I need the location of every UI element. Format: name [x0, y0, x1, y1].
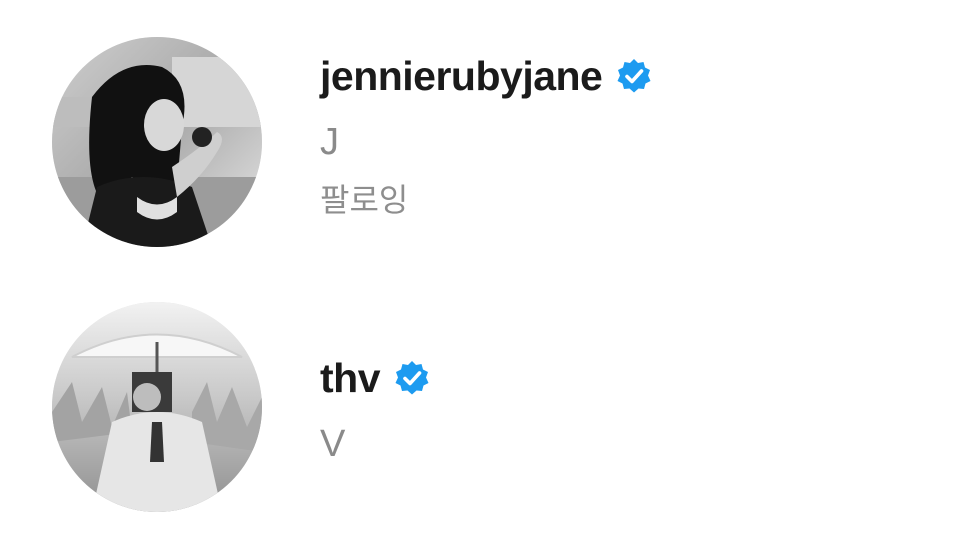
- verified-badge-icon: [616, 58, 652, 94]
- following-status: 팔로잉: [320, 181, 409, 219]
- avatar-photo: [52, 302, 262, 512]
- full-name: V: [320, 423, 346, 465]
- username[interactable]: jennierubyjane: [320, 53, 603, 100]
- avatar[interactable]: [52, 37, 262, 247]
- username[interactable]: thv: [320, 355, 381, 402]
- account-info: thv V: [320, 354, 430, 466]
- avatar[interactable]: [52, 302, 262, 512]
- account-info: jennierubyjane J 팔로잉: [320, 52, 652, 220]
- username-line: thv: [320, 354, 430, 402]
- avatar-photo: [52, 37, 262, 247]
- verified-badge-icon: [394, 360, 430, 396]
- username-line: jennierubyjane: [320, 52, 652, 100]
- full-name: J: [320, 121, 339, 163]
